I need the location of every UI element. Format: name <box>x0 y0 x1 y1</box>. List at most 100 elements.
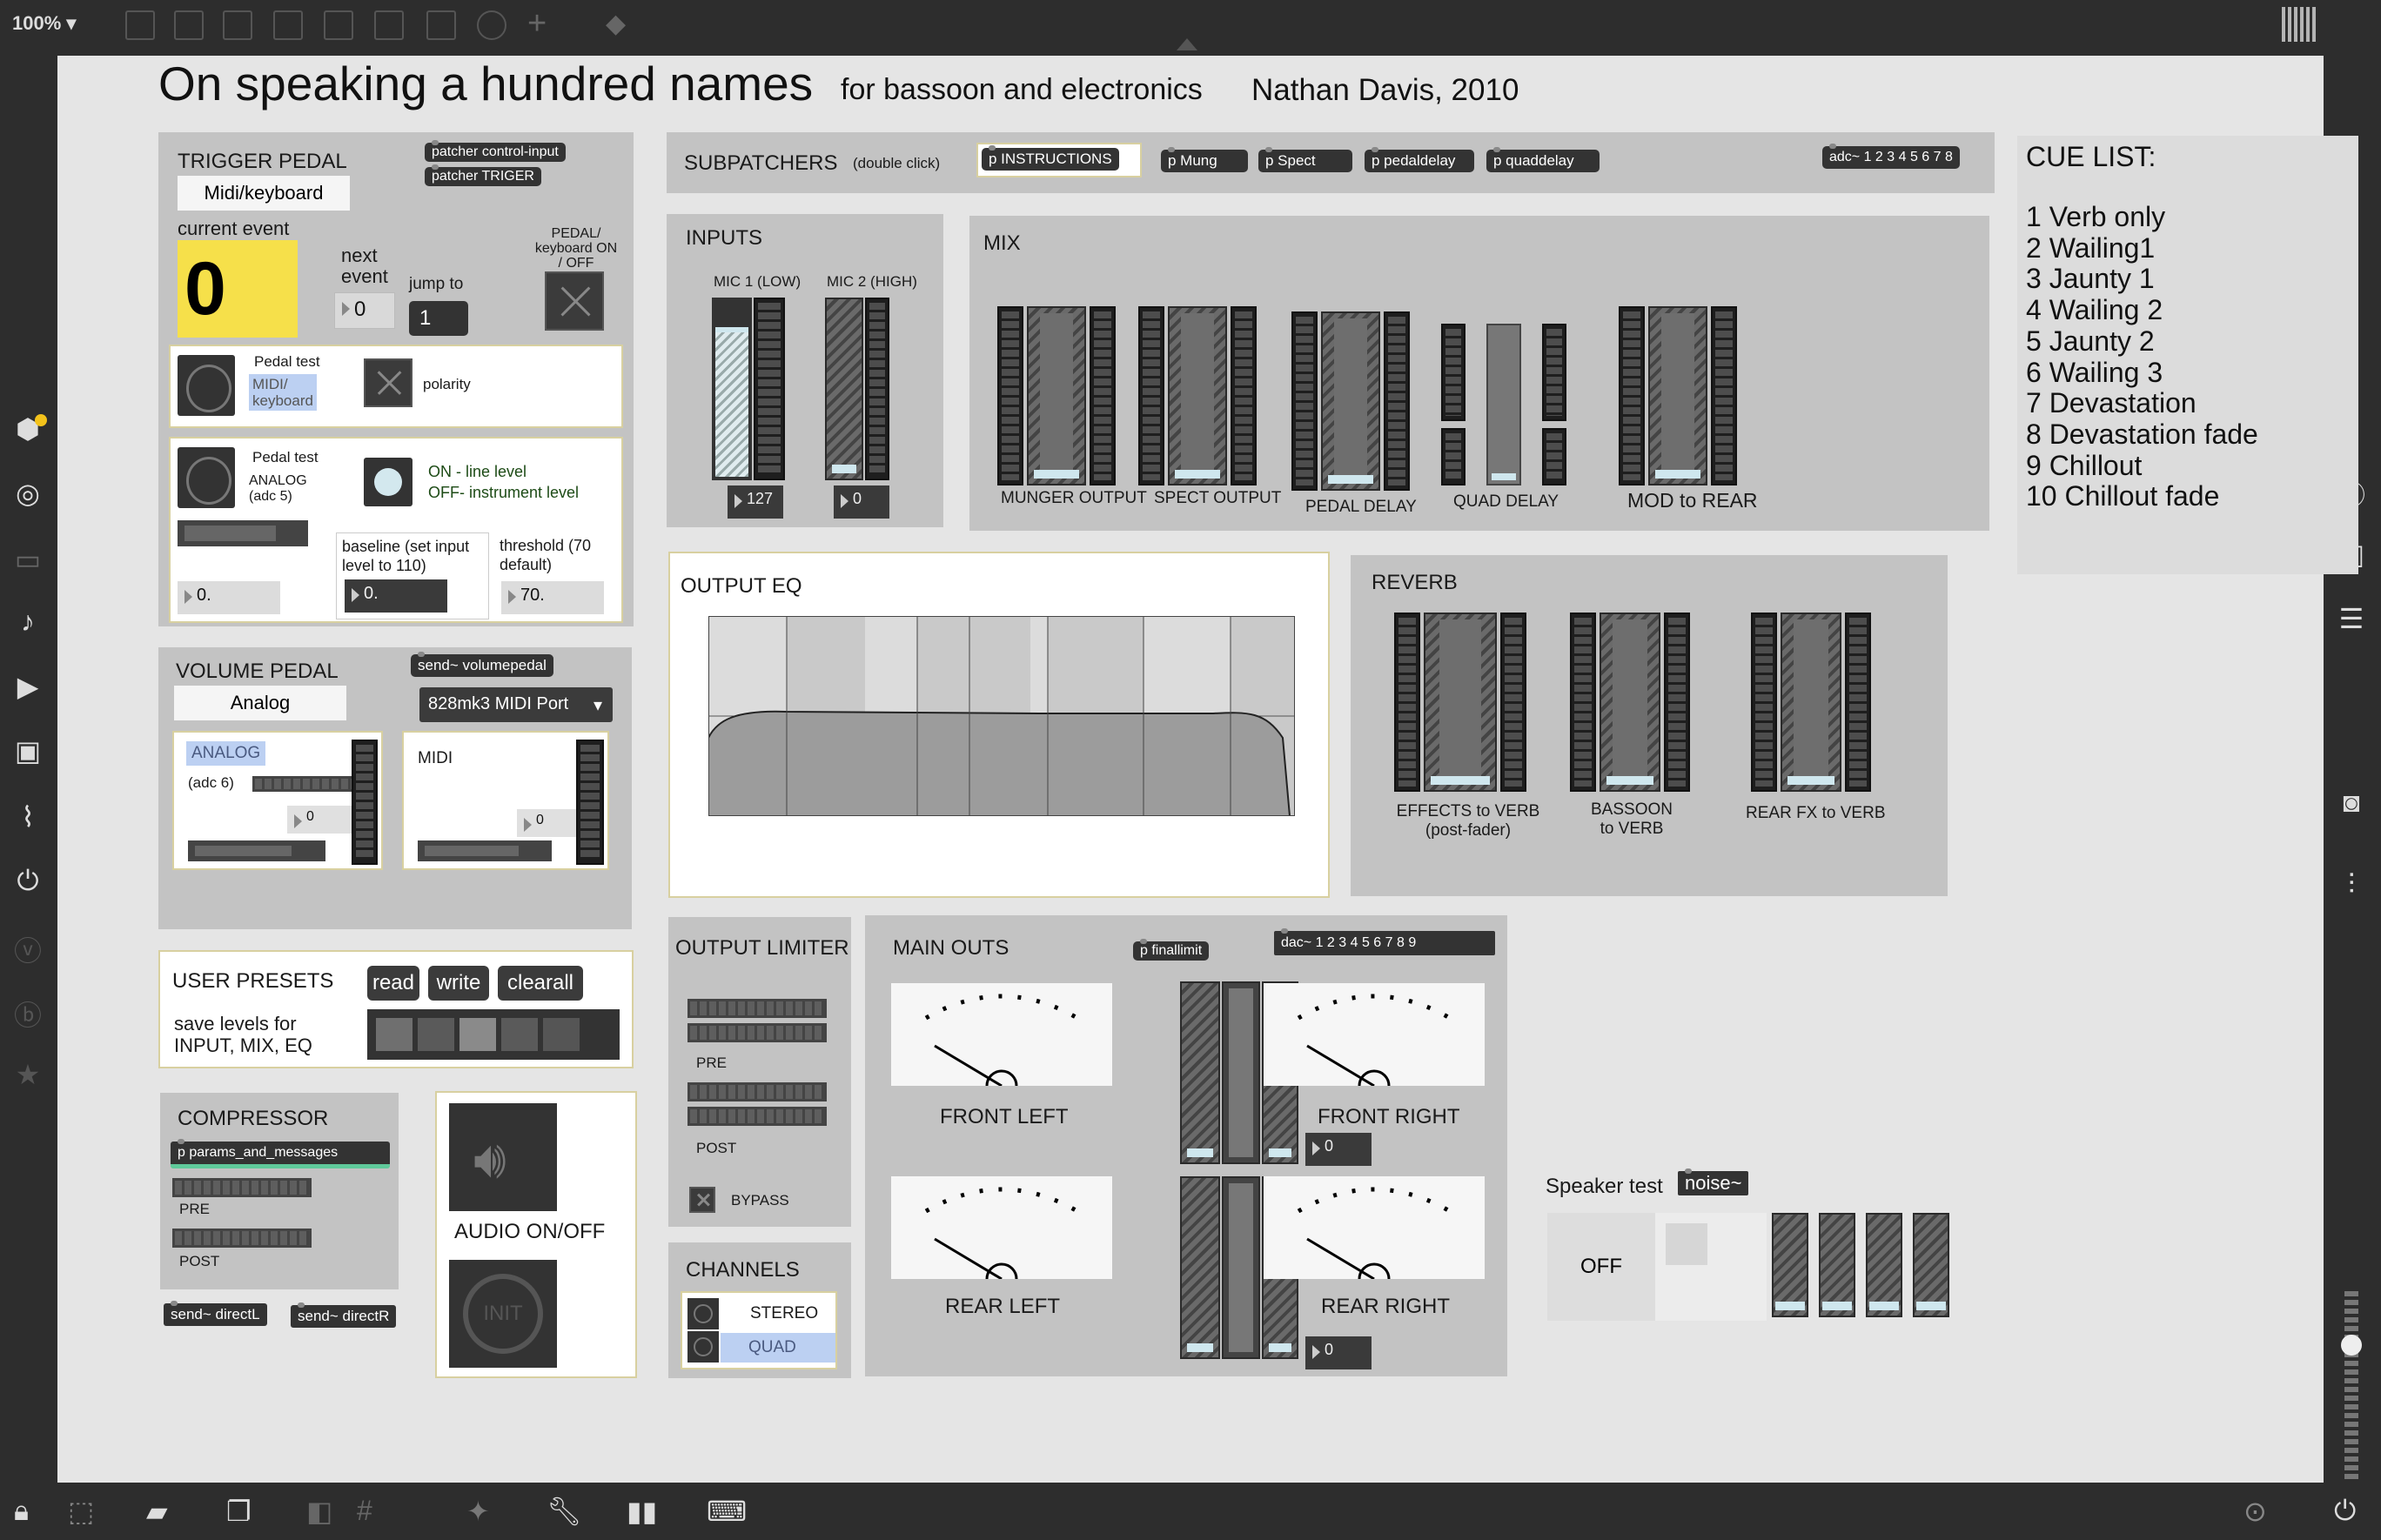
next-event-number[interactable]: 0 <box>334 292 395 329</box>
rear-master-fader[interactable] <box>1222 1176 1260 1359</box>
mod-rear-fader[interactable] <box>1648 306 1707 485</box>
analog-level-slider[interactable] <box>178 520 308 546</box>
speaker-selector-cell[interactable] <box>1666 1223 1707 1265</box>
polarity-toggle[interactable] <box>364 358 412 407</box>
rear-fader-left[interactable] <box>1180 1176 1220 1359</box>
midi-keyboard-option[interactable]: MIDI/ keyboard <box>249 374 317 411</box>
speaker-test-fader-4[interactable] <box>1913 1213 1949 1317</box>
zoom-dropdown[interactable]: 100% ▾ <box>12 12 76 35</box>
collapse-icon[interactable] <box>1177 38 1197 50</box>
paperclip-icon[interactable]: ⌇ <box>7 800 49 834</box>
speaker-test-off-button[interactable]: OFF <box>1547 1213 1655 1321</box>
front-fader-left[interactable] <box>1180 981 1220 1164</box>
wrench-icon[interactable]: 🔧︎ <box>547 1495 582 1528</box>
spect-fader[interactable] <box>1168 306 1227 485</box>
mic2-fader[interactable] <box>825 298 863 480</box>
analog-volume-number[interactable]: 0 <box>287 806 352 834</box>
mic2-number[interactable]: 0 <box>834 485 889 519</box>
object-icon[interactable] <box>125 10 155 40</box>
preset-slots[interactable] <box>367 1009 620 1060</box>
params-and-messages[interactable]: p params_and_messages <box>171 1139 390 1168</box>
preset-slot[interactable] <box>543 1018 580 1051</box>
preset-slot[interactable] <box>501 1018 538 1051</box>
lock-icon[interactable]: 🔒︎ <box>14 1495 29 1528</box>
pedal-keyboard-toggle[interactable] <box>545 271 604 331</box>
rear-verb-fader[interactable] <box>1781 613 1841 792</box>
slider-icon[interactable] <box>426 10 456 40</box>
plus-icon[interactable]: + <box>527 5 547 43</box>
camera-icon[interactable]: ◙ <box>2331 787 2372 819</box>
power-icon[interactable]: ⏻ <box>2334 1495 2356 1528</box>
p-spect[interactable]: p Spect <box>1258 147 1352 172</box>
p-quaddelay[interactable]: p quaddelay <box>1486 147 1600 172</box>
v-icon[interactable]: ⓥ <box>7 929 49 969</box>
presentation-icon[interactable]: ▰ <box>146 1495 168 1528</box>
p-pedaldelay[interactable]: p pedaldelay <box>1365 147 1474 172</box>
analog-number[interactable]: 0. <box>178 581 280 614</box>
volume-slider-knob[interactable] <box>2341 1335 2362 1356</box>
target-icon[interactable]: ◎ <box>7 477 49 510</box>
front-master-fader[interactable] <box>1222 981 1260 1164</box>
rear-number[interactable]: 0 <box>1305 1336 1372 1369</box>
window-icon[interactable]: ▭ <box>7 543 49 576</box>
message-icon[interactable] <box>174 10 204 40</box>
star-icon[interactable]: ★ <box>7 1058 49 1091</box>
mic1-fader[interactable] <box>712 298 752 480</box>
eq-graph[interactable] <box>708 616 1295 816</box>
clearall-button[interactable]: clearall <box>498 966 583 1001</box>
trigger-mode-menu[interactable]: Midi/keyboard <box>178 176 350 211</box>
baseline-number[interactable]: 0. <box>345 579 447 613</box>
play-list-icon[interactable]: ▶ <box>7 670 49 703</box>
speaker-test-fader-2[interactable] <box>1819 1213 1855 1317</box>
number-icon[interactable] <box>374 10 404 40</box>
speaker-test-fader-3[interactable] <box>1866 1213 1902 1317</box>
audio-toggle[interactable]: 🔊︎ <box>449 1103 557 1211</box>
noise-object[interactable]: noise~ <box>1678 1168 1749 1195</box>
mic1-number[interactable]: 127 <box>728 485 783 519</box>
play-circle-icon[interactable]: ⊙ <box>2244 1495 2267 1528</box>
comment-icon[interactable] <box>223 10 252 40</box>
adc-object[interactable]: adc~ 1 2 3 4 5 6 7 8 <box>1822 144 1960 169</box>
read-button[interactable]: read <box>367 966 419 1001</box>
preset-slot[interactable] <box>459 1018 496 1051</box>
select-icon[interactable]: ⬚ <box>68 1495 94 1528</box>
b-icon[interactable]: ⓑ <box>7 994 49 1034</box>
p-mung[interactable]: p Mung <box>1161 147 1248 172</box>
debug-icon[interactable]: ✦ <box>466 1495 490 1528</box>
pedal-delay-fader[interactable] <box>1321 311 1380 491</box>
munger-fader[interactable] <box>1027 306 1086 485</box>
dac-object[interactable]: dac~ 1 2 3 4 5 6 7 8 9 <box>1274 928 1495 955</box>
image-icon[interactable]: ▣ <box>7 734 49 767</box>
send-directL[interactable]: send~ directL <box>164 1301 267 1326</box>
speaker-selector[interactable] <box>1655 1213 1767 1321</box>
patcher-triger[interactable]: patcher TRIGER <box>425 164 541 186</box>
p-instructions[interactable]: p INSTRUCTIONS <box>982 145 1119 171</box>
volume-mode-menu[interactable]: Analog <box>174 686 346 720</box>
bypass-toggle[interactable] <box>689 1187 715 1213</box>
midi-port-dropdown[interactable]: 828mk3 MIDI Port ▾ <box>419 687 613 722</box>
piano-icon[interactable]: ▮▮ <box>627 1495 657 1528</box>
init-button[interactable]: INIT <box>449 1260 557 1368</box>
effects-verb-fader[interactable] <box>1424 613 1497 792</box>
preset-slot[interactable] <box>376 1018 412 1051</box>
threshold-number[interactable]: 70. <box>501 581 604 614</box>
quad-radio[interactable] <box>687 1331 719 1363</box>
send-volumepedal[interactable]: send~ volumepedal <box>411 652 553 677</box>
keyboard-icon[interactable]: ⌨ <box>707 1495 747 1528</box>
grid-icon[interactable] <box>2282 7 2317 42</box>
plug-icon[interactable]: ⏻ <box>7 865 49 898</box>
stereo-radio[interactable] <box>687 1298 719 1329</box>
line-level-toggle[interactable] <box>364 458 412 506</box>
preset-slot[interactable] <box>418 1018 454 1051</box>
patcher-control-input[interactable]: patcher control-input <box>425 140 566 162</box>
midi-volume-number[interactable]: 0 <box>517 809 578 837</box>
midi-volume-slider[interactable] <box>418 840 552 861</box>
button-icon[interactable] <box>324 10 353 40</box>
speaker-test-fader-1[interactable] <box>1772 1213 1808 1317</box>
p-finallimit[interactable]: p finallimit <box>1133 939 1210 961</box>
paint-icon[interactable]: ◆ <box>606 9 626 39</box>
write-button[interactable]: write <box>428 966 489 1001</box>
grid-snap-icon[interactable]: # <box>357 1495 372 1527</box>
bassoon-verb-fader[interactable] <box>1600 613 1660 792</box>
analog-volume-slider[interactable] <box>188 840 325 861</box>
